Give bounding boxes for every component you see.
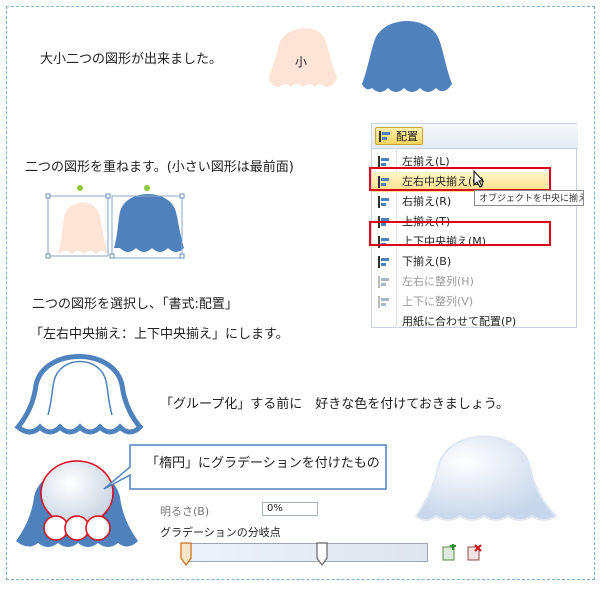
- menu-item: 左右に整列(H): [372, 272, 548, 292]
- align-icon: [379, 131, 390, 142]
- align-bottom-icon: [378, 256, 389, 268]
- caption-2: 二つの図形を重ねます。(小さい図形は最前面): [25, 160, 294, 175]
- menu-item-label: 上下に整列(V): [402, 295, 474, 308]
- outline-octopus-shape: [14, 354, 144, 435]
- overlapped-shapes: [45, 185, 185, 259]
- menu-item-label: 下揃え(B): [402, 255, 452, 268]
- tooltip: オブジェクトを中央に揃える: [474, 190, 584, 206]
- menu-item-label: 用紙に合わせて配置(P): [402, 315, 517, 328]
- large-octopus-shape: [362, 21, 452, 92]
- arrange-button-label: 配置: [396, 130, 418, 143]
- distribute-horizontal-icon: [378, 276, 389, 288]
- spin-input[interactable]: 0%: [262, 502, 318, 516]
- gradient-stops-label: グラデーションの分岐点: [160, 526, 281, 539]
- arrange-button[interactable]: 配置: [375, 127, 423, 145]
- gradient-stops-bar[interactable]: [183, 543, 428, 562]
- gradient-stop-handle-right[interactable]: [316, 542, 328, 567]
- menu-item-label: 左右に整列(H): [402, 275, 474, 288]
- menu-item: 上下に整列(V): [372, 292, 548, 312]
- highlight-box-middle: [369, 221, 551, 246]
- menu-item[interactable]: 用紙に合わせて配置(P): [372, 312, 548, 332]
- callout-text: 「楕円」にグラデーションを付けたもの: [146, 456, 380, 471]
- caption-5: 「グループ化」する前に 好きな色を付けておきましょう。: [160, 397, 510, 412]
- menu-item-label: 右揃え(R): [402, 195, 452, 208]
- gradient-stop-handle-left[interactable]: [180, 542, 192, 567]
- add-stop-icon[interactable]: [442, 544, 458, 562]
- highlight-box-center: [369, 167, 551, 191]
- gradient-octopus-shape: [414, 435, 558, 521]
- menu-item[interactable]: 下揃え(B): [372, 252, 548, 272]
- align-right-icon: [378, 196, 389, 208]
- caption-4: 「左右中央揃え：上下中央揃え」にします。: [30, 327, 289, 342]
- mouse-cursor-icon: [473, 169, 485, 188]
- small-label: 小: [295, 55, 308, 69]
- caption-3: 二つの図形を選択し、「書式:配置」: [32, 297, 238, 312]
- distribute-vertical-icon: [378, 296, 389, 308]
- partial-label: 明るさ(B): [160, 505, 210, 518]
- remove-stop-icon[interactable]: [467, 544, 483, 562]
- caption-1: 大小二つの図形が出来ました。: [40, 52, 223, 67]
